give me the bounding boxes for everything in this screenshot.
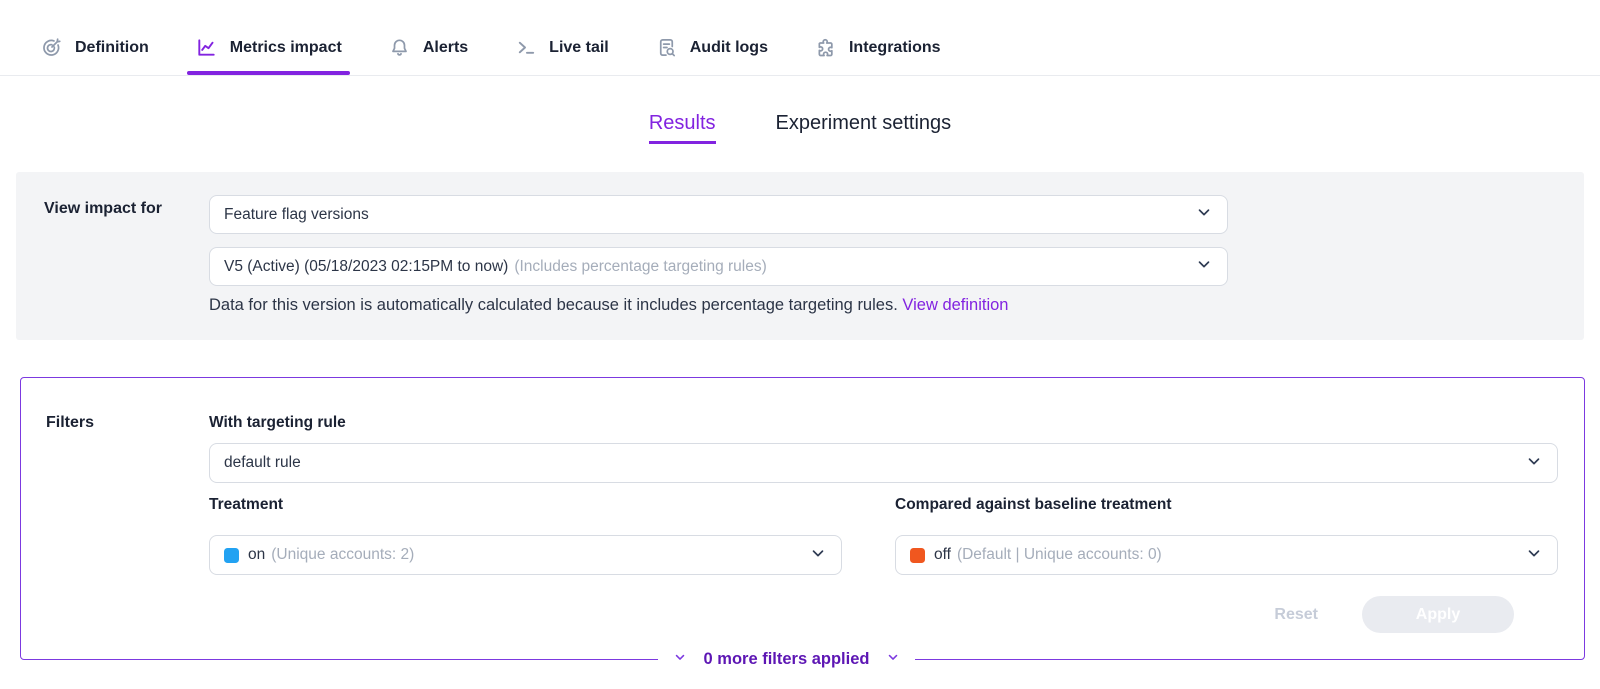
puzzle-icon bbox=[814, 36, 837, 59]
treatment-select[interactable]: on (Unique accounts: 2) bbox=[209, 535, 842, 575]
chevron-down-icon bbox=[1195, 203, 1213, 226]
baseline-off-swatch bbox=[910, 548, 925, 563]
targeting-rule-label: With targeting rule bbox=[209, 414, 346, 432]
treatment-on-swatch bbox=[224, 548, 239, 563]
view-impact-panel: View impact for Feature flag versions V5… bbox=[16, 172, 1584, 340]
filter-actions: Reset Apply bbox=[1274, 596, 1514, 633]
metrics-impact-icon bbox=[195, 36, 218, 59]
version-select[interactable]: V5 (Active) (05/18/2023 02:15PM to now) … bbox=[209, 247, 1228, 286]
top-navigation: Definition Metrics impact Alerts bbox=[0, 0, 1600, 76]
nav-tab-live-tail[interactable]: Live tail bbox=[514, 20, 609, 75]
nav-tab-label: Live tail bbox=[549, 39, 609, 57]
targeting-rule-value: default rule bbox=[224, 454, 301, 472]
impact-mode-value: Feature flag versions bbox=[224, 206, 369, 224]
more-filters-label: 0 more filters applied bbox=[704, 650, 870, 669]
filters-label: Filters bbox=[46, 414, 94, 432]
nav-tab-definition[interactable]: Definition bbox=[40, 20, 149, 75]
nav-tab-alerts[interactable]: Alerts bbox=[388, 20, 468, 75]
bell-icon bbox=[388, 36, 411, 59]
nav-tab-integrations[interactable]: Integrations bbox=[814, 20, 941, 75]
nav-tab-audit-logs[interactable]: Audit logs bbox=[655, 20, 768, 75]
chevron-down-icon bbox=[886, 650, 900, 669]
results-subtabs: Results Experiment settings bbox=[0, 112, 1600, 144]
reset-button[interactable]: Reset bbox=[1274, 606, 1318, 624]
baseline-label: Compared against baseline treatment bbox=[895, 496, 1172, 514]
nav-tab-label: Metrics impact bbox=[230, 39, 342, 57]
nav-tab-label: Definition bbox=[75, 39, 149, 57]
more-filters-toggle[interactable]: 0 more filters applied bbox=[658, 646, 916, 673]
chevron-down-icon bbox=[1525, 544, 1543, 567]
version-caption-text: Data for this version is automatically c… bbox=[209, 296, 898, 314]
apply-button[interactable]: Apply bbox=[1362, 596, 1514, 633]
baseline-select[interactable]: off (Default | Unique accounts: 0) bbox=[895, 535, 1558, 575]
chevron-down-icon bbox=[673, 650, 687, 669]
version-caption: Data for this version is automatically c… bbox=[209, 296, 1009, 315]
view-definition-link[interactable]: View definition bbox=[902, 296, 1008, 314]
treatment-value: on bbox=[248, 546, 265, 564]
treatment-label: Treatment bbox=[209, 496, 283, 514]
nav-tab-label: Audit logs bbox=[690, 39, 768, 57]
version-value: V5 (Active) (05/18/2023 02:15PM to now) bbox=[224, 258, 508, 276]
nav-tab-metrics-impact[interactable]: Metrics impact bbox=[195, 20, 342, 75]
treatment-hint: (Unique accounts: 2) bbox=[271, 546, 414, 564]
view-impact-label: View impact for bbox=[44, 200, 162, 218]
terminal-icon bbox=[514, 36, 537, 59]
baseline-hint: (Default | Unique accounts: 0) bbox=[957, 546, 1162, 564]
chevron-down-icon bbox=[809, 544, 827, 567]
tab-results[interactable]: Results bbox=[649, 112, 716, 144]
nav-tab-label: Integrations bbox=[849, 39, 941, 57]
filters-panel: Filters With targeting rule default rule… bbox=[20, 377, 1585, 660]
targeting-rule-select[interactable]: default rule bbox=[209, 443, 1558, 483]
chevron-down-icon bbox=[1195, 255, 1213, 278]
impact-mode-select[interactable]: Feature flag versions bbox=[209, 195, 1228, 234]
version-hint: (Includes percentage targeting rules) bbox=[514, 258, 766, 276]
metrics-impact-page: Definition Metrics impact Alerts bbox=[0, 0, 1600, 689]
baseline-value: off bbox=[934, 546, 951, 564]
nav-tab-label: Alerts bbox=[423, 39, 468, 57]
audit-log-icon bbox=[655, 36, 678, 59]
chevron-down-icon bbox=[1525, 452, 1543, 475]
tab-experiment-settings[interactable]: Experiment settings bbox=[776, 112, 952, 144]
definition-icon bbox=[40, 36, 63, 59]
